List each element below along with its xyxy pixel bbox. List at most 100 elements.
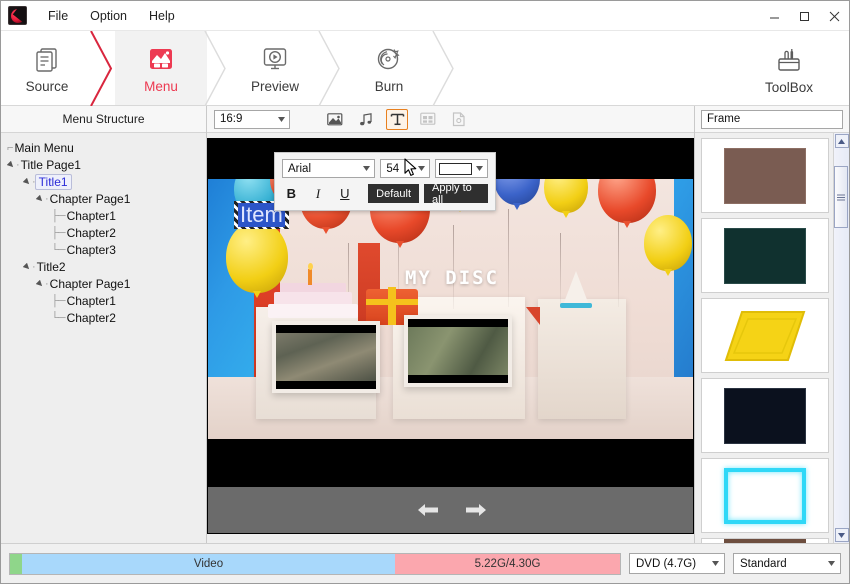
arrow-right-icon[interactable] bbox=[463, 502, 489, 521]
tree-item-chapter3-a[interactable]: └─ Chapter3 bbox=[1, 241, 206, 258]
text-format-row-2: B I U Default Apply to all bbox=[282, 184, 488, 203]
tree-label: Chapter Page1 bbox=[48, 277, 131, 291]
menu-editor-panel: 16:9 bbox=[207, 106, 694, 543]
expand-arrow-icon[interactable] bbox=[22, 260, 32, 274]
tree-connector: ├─ bbox=[51, 210, 65, 222]
expand-arrow-icon[interactable] bbox=[22, 175, 32, 189]
frame-list-scrollbar[interactable] bbox=[833, 133, 849, 543]
frame-category-value: Frame bbox=[707, 113, 740, 125]
frame-thumbnail-list bbox=[695, 133, 833, 543]
step-label-menu: Menu bbox=[144, 79, 178, 94]
toolbox-icon bbox=[774, 43, 804, 77]
background-image-icon[interactable] bbox=[324, 109, 346, 130]
menu-item-help[interactable]: Help bbox=[138, 5, 186, 27]
disc-type-select[interactable]: DVD (4.7G) bbox=[629, 553, 725, 574]
tree-item-title1[interactable]: · Title1 bbox=[1, 173, 206, 190]
chevron-down-icon bbox=[274, 117, 289, 122]
frame-library-panel: Frame bbox=[694, 106, 849, 543]
tree-label-selected: Title1 bbox=[35, 174, 72, 190]
underline-button[interactable]: U bbox=[335, 184, 354, 203]
menu-item-option[interactable]: Option bbox=[79, 5, 138, 27]
default-button[interactable]: Default bbox=[368, 184, 419, 203]
add-text-icon[interactable] bbox=[386, 109, 408, 130]
tree-item-chapter1-b[interactable]: ├─ Chapter1 bbox=[1, 292, 206, 309]
tree-item-chapter1-a[interactable]: ├─ Chapter1 bbox=[1, 207, 206, 224]
step-label-preview: Preview bbox=[251, 79, 299, 94]
chevron-down-icon bbox=[822, 561, 840, 566]
bold-button[interactable]: B bbox=[282, 184, 301, 203]
frame-category-select[interactable]: Frame bbox=[701, 110, 843, 129]
play-monitor-icon bbox=[260, 42, 290, 76]
tree-item-chapter2-b[interactable]: └─ Chapter2 bbox=[1, 309, 206, 326]
frame-thumbnail-cyan-outline[interactable] bbox=[701, 458, 829, 533]
font-family-value: Arial bbox=[288, 163, 359, 175]
tree-connector: └─ bbox=[51, 312, 65, 324]
window-controls bbox=[759, 1, 849, 31]
tree-label: Chapter2 bbox=[65, 311, 116, 325]
background-music-icon[interactable] bbox=[355, 109, 377, 130]
chevron-down-icon bbox=[359, 166, 374, 171]
tree-label: Chapter2 bbox=[65, 226, 116, 240]
mouse-pointer-icon bbox=[404, 158, 417, 180]
aspect-ratio-select[interactable]: 16:9 bbox=[214, 110, 290, 129]
frame-thumbnail-brown[interactable] bbox=[701, 138, 829, 213]
editor-tool-icons bbox=[324, 109, 470, 130]
scrollbar-thumb[interactable] bbox=[834, 166, 848, 228]
step-burn[interactable]: Burn bbox=[343, 31, 435, 105]
tree-item-chapter-page1-a[interactable]: · Chapter Page1 bbox=[1, 190, 206, 207]
minimize-icon[interactable] bbox=[759, 1, 789, 31]
tree-item-chapter-page1-b[interactable]: · Chapter Page1 bbox=[1, 275, 206, 292]
disc-capacity-bar: Video 5.22G/4.30G bbox=[9, 553, 621, 575]
text-format-popup: Arial 54 bbox=[274, 152, 496, 211]
italic-button[interactable]: I bbox=[309, 184, 328, 203]
quality-select[interactable]: Standard bbox=[733, 553, 841, 574]
frame-thumbnail-dark-teal[interactable] bbox=[701, 218, 829, 293]
frame-thumbnail-near-black[interactable] bbox=[701, 378, 829, 453]
quality-value: Standard bbox=[740, 558, 822, 570]
apply-to-all-button[interactable]: Apply to all bbox=[424, 184, 488, 203]
tree-item-title2[interactable]: · Title2 bbox=[1, 258, 206, 275]
maximize-icon[interactable] bbox=[789, 1, 819, 31]
font-family-select[interactable]: Arial bbox=[282, 159, 375, 178]
close-icon[interactable] bbox=[819, 1, 849, 31]
step-menu[interactable]: Menu bbox=[115, 31, 207, 105]
video-thumbnail-2[interactable] bbox=[404, 315, 512, 387]
step-preview[interactable]: Preview bbox=[229, 31, 321, 105]
toolbox-label: ToolBox bbox=[765, 80, 813, 95]
tree-connector: ├─ bbox=[51, 295, 65, 307]
toolbox-button[interactable]: ToolBox bbox=[743, 31, 835, 106]
video-thumbnail-1[interactable] bbox=[272, 321, 380, 393]
scrollbar-track[interactable] bbox=[834, 148, 850, 528]
menu-item-file[interactable]: File bbox=[37, 5, 79, 27]
tree-item-main-menu[interactable]: ⌐ Main Menu bbox=[1, 139, 206, 156]
canvas-area: MY DISC bbox=[207, 133, 694, 543]
tree-item-title-page1[interactable]: · Title Page1 bbox=[1, 156, 206, 173]
scroll-down-icon[interactable] bbox=[835, 528, 849, 542]
tree-label: Chapter1 bbox=[65, 294, 116, 308]
menu-bar: File Option Help bbox=[37, 5, 186, 27]
app-logo-icon bbox=[8, 6, 27, 25]
status-bar: Video 5.22G/4.30G DVD (4.7G) Standard bbox=[1, 543, 849, 583]
scroll-up-icon[interactable] bbox=[835, 134, 849, 148]
arrow-left-icon[interactable] bbox=[415, 502, 441, 521]
expand-arrow-icon[interactable] bbox=[35, 277, 45, 291]
menu-structure-header: Menu Structure bbox=[1, 106, 206, 133]
editor-toolbar: 16:9 bbox=[207, 106, 694, 133]
menu-structure-tree: ⌐ Main Menu · Title Page1 · Title1 · Cha bbox=[1, 133, 206, 543]
capacity-free-segment bbox=[10, 554, 22, 574]
thumbnail-grid-icon bbox=[417, 109, 439, 130]
capacity-video-segment: Video bbox=[22, 554, 395, 574]
frame-category-header: Frame bbox=[695, 106, 849, 133]
step-label-source: Source bbox=[26, 79, 69, 94]
expand-arrow-icon[interactable] bbox=[6, 158, 16, 172]
step-navigation: Source Menu bbox=[1, 31, 849, 106]
tree-item-chapter2-a[interactable]: ├─ Chapter2 bbox=[1, 224, 206, 241]
menu-preview-canvas[interactable]: MY DISC bbox=[207, 138, 694, 534]
tree-label: Main Menu bbox=[12, 141, 73, 155]
step-source[interactable]: Source bbox=[1, 31, 93, 105]
font-color-select[interactable] bbox=[435, 159, 488, 178]
main-content: Menu Structure ⌐ Main Menu · Title Page1… bbox=[1, 106, 849, 543]
disc-title-text[interactable]: MY DISC bbox=[208, 267, 694, 289]
frame-thumbnail-yellow-parallelogram[interactable] bbox=[701, 298, 829, 373]
expand-arrow-icon[interactable] bbox=[35, 192, 45, 206]
